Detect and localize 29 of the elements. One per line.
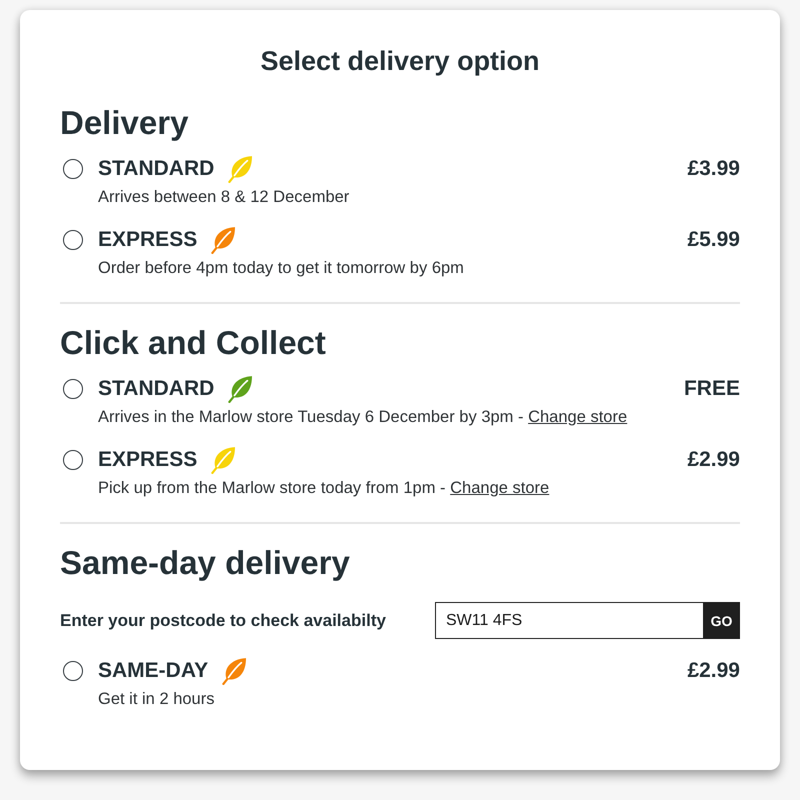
section-heading: Click and Collect [60, 323, 327, 363]
go-button[interactable]: GO [703, 602, 740, 639]
postcode-field[interactable]: SW11 4FS [435, 602, 703, 639]
option-price: FREE [684, 377, 740, 401]
option-description: Get it in 2 hours [98, 689, 216, 710]
option-name: EXPRESS [98, 228, 198, 252]
option-name: STANDARD [98, 157, 214, 181]
section-heading: Delivery [60, 103, 190, 143]
option-price: £2.99 [687, 659, 740, 683]
option-description: Pick up from the Marlow store today from 1pm - Change store [98, 478, 550, 499]
radio-button[interactable] [63, 450, 83, 470]
radio-button[interactable] [63, 379, 83, 399]
option-price: £3.99 [687, 157, 740, 181]
option-name: EXPRESS [98, 448, 198, 472]
option-name: STANDARD [98, 377, 214, 401]
option-description: Order before 4pm today to get it tomorrow by 6pm [98, 258, 465, 279]
section-heading: Same-day delivery [60, 543, 351, 583]
change-store-link[interactable]: Change store [450, 479, 550, 497]
dialog-title: Select delivery option [259, 45, 541, 77]
change-store-link[interactable]: Change store [528, 408, 628, 426]
option-name: SAME-DAY [98, 659, 208, 683]
option-description: Arrives in the Marlow store Tuesday 6 December by 3pm - Change store [98, 407, 628, 428]
radio-button[interactable] [63, 159, 83, 179]
postcode-label: Enter your postcode to check availabilty [60, 610, 386, 630]
radio-button[interactable] [63, 661, 83, 681]
option-price: £2.99 [687, 448, 740, 472]
option-description: Arrives between 8 & 12 December [98, 187, 350, 208]
radio-button[interactable] [63, 230, 83, 250]
option-price: £5.99 [687, 228, 740, 252]
